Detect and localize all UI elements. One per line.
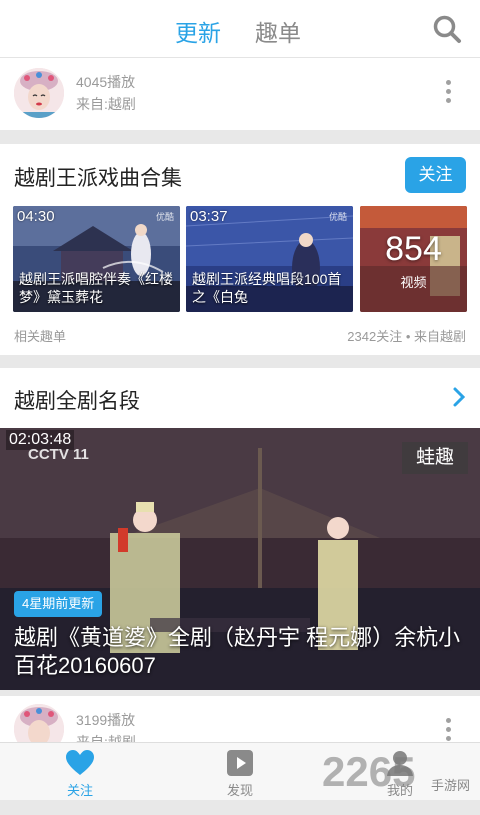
avatar[interactable] bbox=[14, 68, 64, 118]
follow-button[interactable]: 关注 bbox=[405, 157, 466, 193]
source-label: 来自:越剧 bbox=[76, 96, 136, 112]
bottom-navigation: 关注 发现 我的 2265 手游网 bbox=[0, 742, 480, 800]
tab-updates[interactable]: 更新 bbox=[175, 14, 221, 48]
update-badge: 4星期前更新 bbox=[14, 591, 103, 617]
video-title: 越剧《黄道婆》全剧（赵丹宇 程元娜）余杭小百花20160607 bbox=[14, 625, 461, 678]
video-watermark: 优酷 bbox=[155, 212, 174, 222]
nav-follow[interactable]: 关注 bbox=[0, 743, 160, 801]
section-header[interactable]: 越剧全剧名段 bbox=[0, 368, 480, 428]
post-row[interactable]: 4045播放 来自:越剧 bbox=[0, 58, 480, 130]
video-count: 854 bbox=[385, 230, 442, 268]
collection-meta: 2342关注 • 来自越剧 bbox=[347, 329, 466, 344]
nav-discover-label: 发现 bbox=[226, 783, 253, 798]
top-bar: 更新 趣单 bbox=[0, 0, 480, 58]
video-duration: 04:30 bbox=[17, 208, 55, 225]
nav-follow-label: 关注 bbox=[66, 783, 93, 798]
heart-icon bbox=[66, 750, 94, 775]
more-options-icon[interactable] bbox=[442, 80, 454, 108]
nav-discover[interactable]: 发现 bbox=[160, 743, 320, 801]
related-playlists-link[interactable]: 相关趣单 bbox=[14, 326, 66, 345]
chevron-right-icon[interactable] bbox=[452, 386, 466, 408]
video-thumbnail[interactable]: 03:37 优酷 越剧王派经典唱段100首之《白兔 bbox=[186, 206, 353, 312]
video-count-tile[interactable]: 854 视频 bbox=[360, 206, 467, 312]
video-thumbnail[interactable]: 04:30 优酷 越剧王派唱腔伴奏《红楼梦》黛玉葬花 bbox=[13, 206, 180, 312]
play-icon bbox=[227, 750, 253, 776]
watermark-site: 手游网 bbox=[430, 778, 470, 793]
tab-playlists[interactable]: 趣单 bbox=[255, 14, 301, 48]
watermark-number: 2265 bbox=[322, 748, 416, 795]
featured-video[interactable]: 02:03:48 CCTV 11 蛙趣 4星期前更新 越剧《黄道婆》全剧（赵丹宇… bbox=[0, 428, 480, 690]
play-count: 3199播放 bbox=[76, 712, 136, 728]
video-title: 越剧王派经典唱段100首之《白兔 bbox=[192, 271, 342, 305]
collection-card[interactable]: 越剧王派戏曲合集 关注 04:30 优酷 越剧王派唱腔伴奏《红楼梦》黛玉葬花 0… bbox=[0, 144, 480, 355]
video-count-label: 视频 bbox=[400, 275, 427, 290]
corner-logo: 蛙趣 bbox=[402, 442, 468, 474]
video-watermark: 优酷 bbox=[328, 212, 347, 222]
collection-title: 越剧王派戏曲合集 bbox=[14, 167, 182, 190]
video-title: 越剧王派唱腔伴奏《红楼梦》黛玉葬花 bbox=[19, 271, 173, 305]
channel-logo: CCTV 11 bbox=[28, 446, 89, 463]
play-count: 4045播放 bbox=[76, 74, 136, 90]
search-icon[interactable] bbox=[432, 14, 462, 44]
site-watermark: 2265 手游网 bbox=[322, 743, 472, 801]
section-title: 越剧全剧名段 bbox=[14, 390, 140, 413]
video-duration: 03:37 bbox=[190, 208, 228, 225]
